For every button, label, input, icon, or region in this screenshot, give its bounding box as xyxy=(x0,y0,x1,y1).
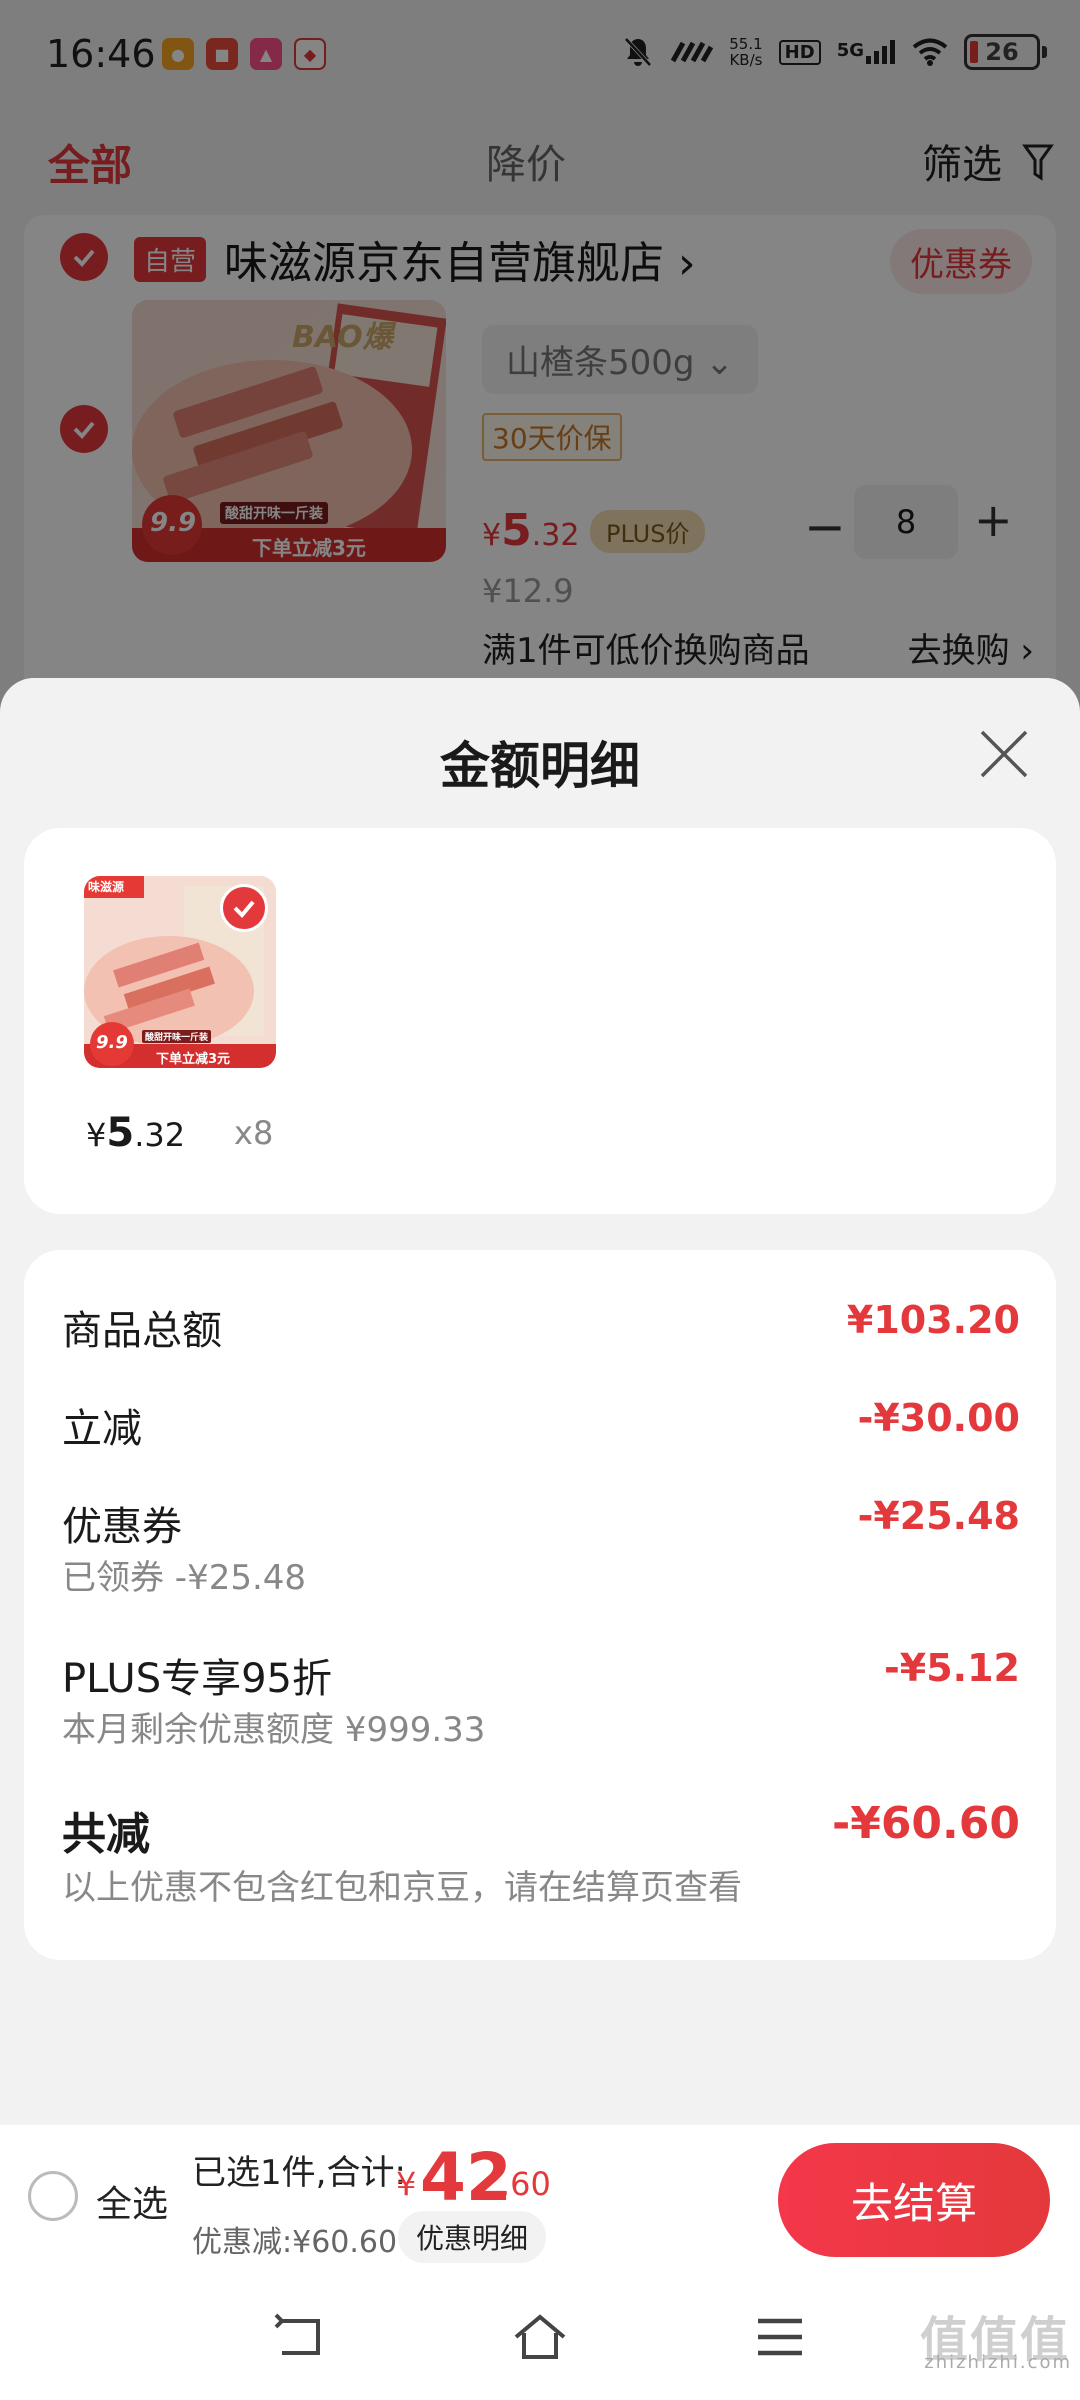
item-unit-price: ¥5.32 xyxy=(86,1110,186,1156)
thumbnail-tagline: 酸甜开味一斤装 xyxy=(142,1030,212,1043)
row-plus-discount-label: PLUS专享95折 xyxy=(62,1656,332,1702)
row-coupon-value: -¥25.48 xyxy=(857,1494,1020,1538)
checkout-bar: 全选 已选1件,合计: ¥ 42 .60 优惠减:¥60.60 优惠明细 去结算 xyxy=(0,2125,1080,2273)
close-icon[interactable] xyxy=(978,728,1030,780)
selected-items-card: 味滋源 酸甜开味一斤装 9.9 下单立减3元 ¥5.32 x8 xyxy=(24,828,1056,1214)
item-thumbnail[interactable]: 味滋源 酸甜开味一斤装 9.9 下单立减3元 xyxy=(84,876,276,1068)
total-currency: ¥ xyxy=(396,2165,417,2203)
thumbnail-check-badge xyxy=(220,884,268,932)
checkout-button[interactable]: 去结算 xyxy=(778,2143,1050,2257)
item-quantity: x8 xyxy=(234,1114,274,1152)
discount-detail-button[interactable]: 优惠明细 xyxy=(398,2211,547,2263)
row-total-discount-note: 以上优惠不包含红包和京豆，请在结算页查看 xyxy=(62,1868,742,1908)
row-goods-total-value: ¥103.20 xyxy=(846,1298,1020,1342)
thumbnail-brand: 味滋源 xyxy=(88,880,125,894)
row-plus-discount-sub: 本月剩余优惠额度 ¥999.33 xyxy=(62,1710,486,1750)
row-plus-discount-value: -¥5.12 xyxy=(884,1646,1020,1690)
select-all-radio[interactable] xyxy=(28,2171,78,2221)
amount-detail-sheet: 金额明细 味滋源 酸甜开味一斤装 9.9 下单立减3元 ¥5.32 x8 商品总… xyxy=(0,678,1080,2128)
sheet-title: 金额明细 xyxy=(440,737,640,795)
check-icon xyxy=(233,900,255,918)
row-instant-discount-label: 立减 xyxy=(62,1406,142,1452)
total-amount-dec: .60 xyxy=(500,2165,551,2203)
row-coupon-sub: 已领券 -¥25.48 xyxy=(62,1558,307,1598)
row-goods-total-label: 商品总额 xyxy=(62,1308,222,1354)
select-all-label[interactable]: 全选 xyxy=(96,2175,168,2227)
thumbnail-promo-price: 9.9 xyxy=(96,1032,128,1053)
back-icon[interactable] xyxy=(272,2311,328,2363)
thumbnail-promo-strip: 下单立减3元 xyxy=(156,1052,231,1067)
row-total-discount-label: 共减 xyxy=(62,1809,150,1860)
watermark-url: zhizhizhi.com xyxy=(924,2352,1072,2373)
selection-summary: 已选1件,合计: xyxy=(192,2153,406,2193)
row-instant-discount-value: -¥30.00 xyxy=(857,1396,1020,1440)
menu-icon[interactable] xyxy=(752,2311,808,2363)
row-coupon-label: 优惠券 xyxy=(62,1504,182,1550)
total-amount-int: 42 xyxy=(420,2139,512,2216)
home-icon[interactable] xyxy=(512,2311,568,2363)
row-total-discount-value: -¥60.60 xyxy=(831,1798,1020,1849)
discount-summary: 优惠减:¥60.60 xyxy=(192,2225,398,2260)
amount-breakdown-card: 商品总额 ¥103.20 立减 -¥30.00 优惠券 -¥25.48 已领券 … xyxy=(24,1250,1056,1960)
system-nav-bar xyxy=(0,2273,1080,2400)
